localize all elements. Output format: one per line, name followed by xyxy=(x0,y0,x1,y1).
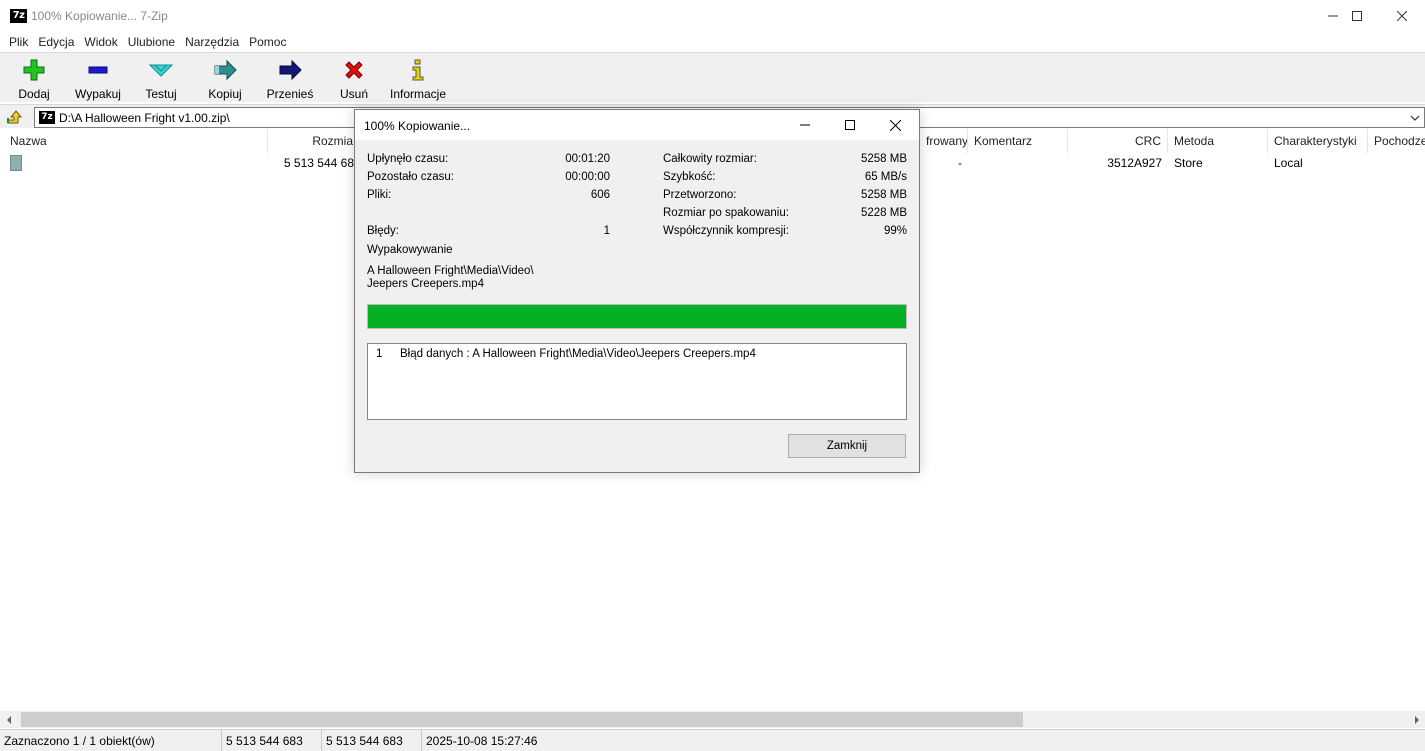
row-characteristics: Local xyxy=(1274,156,1303,170)
column-comment[interactable]: Komentarz xyxy=(968,129,1068,153)
chevron-down-icon[interactable] xyxy=(1410,112,1420,122)
remaining-value: 00:00:00 xyxy=(565,171,610,183)
column-method[interactable]: Metoda xyxy=(1168,129,1268,153)
processed-label: Przetworzono: xyxy=(663,189,737,201)
current-file: Jeepers Creepers.mp4 xyxy=(367,278,484,290)
check-icon xyxy=(149,58,173,82)
row-size: 5 513 544 68 xyxy=(283,156,354,170)
info-button[interactable]: Informacje xyxy=(388,56,448,102)
minimize-icon xyxy=(800,124,810,126)
menu-help[interactable]: Pomoc xyxy=(244,32,291,52)
status-size: 5 513 544 683 xyxy=(222,730,322,751)
current-path: A Halloween Fright\Media\Video\ xyxy=(367,265,534,277)
menu-file[interactable]: Plik xyxy=(4,32,33,52)
operation-label: Wypakowywanie xyxy=(367,244,453,256)
scrollbar-thumb[interactable] xyxy=(21,712,1023,727)
close-window-button[interactable] xyxy=(1379,0,1425,32)
packed-size-value: 5228 MB xyxy=(860,207,907,219)
file-icon xyxy=(10,155,22,171)
progress-bar xyxy=(367,304,907,329)
close-dialog-button[interactable]: Zamknij xyxy=(788,434,906,458)
scroll-right-icon[interactable] xyxy=(1408,711,1425,728)
files-value: 606 xyxy=(590,189,610,201)
status-packed-size: 5 513 544 683 xyxy=(322,730,422,751)
row-encrypted: - xyxy=(958,156,962,170)
app-icon: 7z xyxy=(10,9,27,23)
errors-label: Błędy: xyxy=(367,225,399,237)
error-list[interactable]: 1 Błąd danych : A Halloween Fright\Media… xyxy=(367,343,907,420)
menu-edit[interactable]: Edycja xyxy=(33,32,79,52)
progress-fill xyxy=(368,305,906,328)
test-button[interactable]: Testuj xyxy=(142,56,180,102)
title-bar: 7z 100% Kopiowanie... 7-Zip xyxy=(0,0,1425,32)
test-label: Testuj xyxy=(145,87,177,101)
close-icon xyxy=(889,119,901,131)
column-origin[interactable]: Pochodze xyxy=(1368,129,1425,153)
row-crc: 3512A927 xyxy=(1107,156,1162,170)
move-label: Przenieś xyxy=(266,87,314,101)
column-encrypted[interactable]: frowany xyxy=(920,129,968,153)
delete-x-icon xyxy=(342,58,366,82)
elapsed-value: 00:01:20 xyxy=(565,153,610,165)
menu-favorites[interactable]: Ulubione xyxy=(123,32,180,52)
copy-button[interactable]: Kopiuj xyxy=(205,56,245,102)
error-text: Błąd danych : A Halloween Fright\Media\V… xyxy=(400,348,756,360)
add-label: Dodaj xyxy=(18,87,50,101)
speed-value: 65 MB/s xyxy=(864,171,907,183)
column-characteristics[interactable]: Charakterystyki xyxy=(1268,129,1368,153)
menu-bar: Plik Edycja Widok Ulubione Narzędzia Pom… xyxy=(0,32,1425,52)
move-button[interactable]: Przenieś xyxy=(266,56,314,102)
toolbar: Dodaj Wypakuj Testuj Kopiuj Przenieś Usu… xyxy=(0,52,1425,102)
status-bar: Zaznaczono 1 / 1 obiekt(ów) 5 513 544 68… xyxy=(0,729,1425,751)
archive-icon: 7z xyxy=(39,111,55,124)
files-label: Pliki: xyxy=(367,189,392,201)
column-name[interactable]: Nazwa xyxy=(4,129,268,153)
folder-up-icon[interactable] xyxy=(6,109,24,125)
horizontal-scrollbar[interactable] xyxy=(0,711,1425,728)
dialog-maximize-button[interactable] xyxy=(828,110,872,140)
speed-label: Szybkość: xyxy=(663,171,716,183)
ratio-value: 99% xyxy=(883,225,907,237)
errors-value: 1 xyxy=(603,225,610,237)
delete-button[interactable]: Usuń xyxy=(337,56,371,102)
status-datetime: 2025-10-08 15:27:46 xyxy=(426,734,538,748)
scroll-left-icon[interactable] xyxy=(0,711,17,728)
ratio-label: Współczynnik kompresji: xyxy=(663,225,789,237)
extract-button[interactable]: Wypakuj xyxy=(72,56,124,102)
copy-arrow-icon xyxy=(213,58,237,82)
menu-view[interactable]: Widok xyxy=(79,32,122,52)
maximize-icon xyxy=(845,120,855,130)
add-button[interactable]: Dodaj xyxy=(14,56,54,102)
dialog-title: 100% Kopiowanie... xyxy=(364,119,471,133)
dialog-title-bar: 100% Kopiowanie... xyxy=(355,110,919,140)
column-size[interactable]: Rozmia xyxy=(268,129,360,153)
status-selected: Zaznaczono 1 / 1 obiekt(ów) xyxy=(0,730,222,751)
close-icon xyxy=(1397,11,1407,21)
move-arrow-icon xyxy=(278,58,302,82)
remaining-label: Pozostało czasu: xyxy=(367,171,454,183)
window-title: 100% Kopiowanie... 7-Zip xyxy=(31,9,168,23)
dialog-close-button[interactable] xyxy=(873,110,917,140)
column-crc[interactable]: CRC xyxy=(1068,129,1168,153)
maximize-button[interactable] xyxy=(1334,0,1380,32)
maximize-icon xyxy=(1352,11,1362,21)
info-icon xyxy=(406,58,430,82)
info-label: Informacje xyxy=(389,87,447,101)
row-method: Store xyxy=(1174,156,1203,170)
elapsed-label: Upłynęło czasu: xyxy=(367,153,449,165)
minus-icon xyxy=(86,58,110,82)
progress-dialog: 100% Kopiowanie... Upłynęło czasu: 00:01… xyxy=(354,109,920,473)
total-size-label: Całkowity rozmiar: xyxy=(663,153,757,165)
address-path: D:\A Halloween Fright v1.00.zip\ xyxy=(59,111,230,125)
error-number: 1 xyxy=(376,348,383,360)
total-size-value: 5258 MB xyxy=(860,153,907,165)
extract-label: Wypakuj xyxy=(75,87,121,101)
plus-icon xyxy=(22,58,46,82)
delete-label: Usuń xyxy=(339,87,368,101)
copy-label: Kopiuj xyxy=(208,87,242,101)
dialog-minimize-button[interactable] xyxy=(783,110,827,140)
processed-value: 5258 MB xyxy=(860,189,907,201)
packed-size-label: Rozmiar po spakowaniu: xyxy=(663,207,789,219)
menu-tools[interactable]: Narzędzia xyxy=(180,32,244,52)
